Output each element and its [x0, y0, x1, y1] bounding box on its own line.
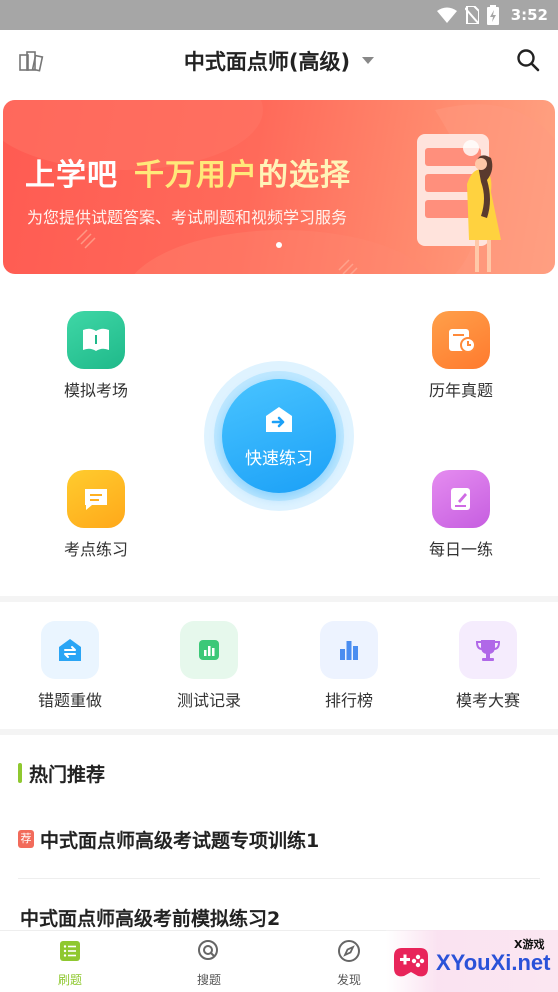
banner-brand: 上学吧 — [25, 158, 118, 193]
banner-subtitle: 为您提供试题答案、考试刷题和视频学习服务 — [27, 208, 348, 227]
open-book-icon — [83, 328, 109, 351]
banner-pager-dot[interactable] — [276, 242, 282, 248]
app-header: 中式面点师(高级) — [0, 30, 558, 90]
bar-report-icon — [199, 640, 219, 660]
ranking-label[interactable]: 排行榜 — [289, 687, 409, 711]
nav-label: 搜题 — [196, 973, 221, 987]
list-item[interactable]: 中式面点师高级考前模拟练习2 — [20, 904, 280, 931]
quick-practice-button[interactable] — [222, 379, 336, 493]
banner-illustration — [417, 104, 555, 274]
section-divider — [0, 596, 558, 602]
daily-practice-label[interactable]: 每日一练 — [391, 536, 531, 560]
practice-list-icon — [60, 941, 80, 961]
mock-exam-label[interactable]: 模拟考场 — [26, 377, 166, 401]
redo-house-icon — [59, 639, 81, 661]
section-divider — [0, 729, 558, 735]
nav-label: 刷题 — [57, 973, 82, 987]
calendar-clock-icon — [449, 329, 476, 353]
past-papers-label[interactable]: 历年真题 — [391, 377, 531, 401]
nav-label: 发现 — [336, 973, 361, 987]
arrow-house-icon — [266, 407, 292, 432]
daily-practice-button[interactable] — [432, 470, 490, 528]
quick-practice-label[interactable]: 快速练习 — [222, 444, 336, 469]
search-question-icon — [198, 940, 218, 960]
nav-item-search[interactable]: 搜题 — [169, 931, 249, 992]
trophy-icon — [475, 640, 501, 661]
section-accent-bar — [18, 763, 22, 783]
key-points-label[interactable]: 考点练习 — [26, 536, 166, 560]
past-papers-button[interactable] — [432, 311, 490, 369]
banner-title: 上学吧 千万用户的选择 — [25, 150, 351, 194]
banner-slogan-highlight: 千万用户 — [134, 158, 258, 193]
no-sim-icon — [464, 6, 479, 24]
status-bar: 3:52 — [0, 0, 558, 30]
chat-bubble-icon — [85, 489, 107, 510]
compass-icon — [338, 940, 360, 962]
status-icons: 3:52 — [436, 4, 548, 26]
nav-item-practice[interactable]: 刷题 — [30, 931, 110, 992]
banner-slogan-rest: 的选择 — [258, 158, 351, 193]
hot-section-title: 热门推荐 — [29, 764, 106, 786]
gamepad-logo-icon — [394, 948, 428, 977]
watermark-text: XYouXi.net — [436, 950, 551, 975]
battery-icon — [486, 5, 499, 25]
notebook-pen-icon — [451, 488, 470, 510]
mock-contest-label[interactable]: 模考大赛 — [428, 687, 548, 711]
status-time: 3:52 — [510, 6, 548, 24]
page-title-text: 中式面点师(高级) — [183, 50, 351, 74]
wrong-redo-button[interactable] — [41, 621, 99, 679]
mock-exam-button[interactable] — [67, 311, 125, 369]
key-points-button[interactable] — [67, 470, 125, 528]
test-records-label[interactable]: 测试记录 — [149, 687, 269, 711]
ranking-bars-icon — [340, 641, 358, 660]
list-divider — [18, 878, 540, 879]
mock-contest-button[interactable] — [459, 621, 517, 679]
list-item[interactable]: 中式面点师高级考试题专项训练1 — [40, 826, 319, 853]
page-title[interactable]: 中式面点师(高级) — [0, 46, 558, 76]
recommend-badge: 荐 — [18, 830, 34, 848]
nav-item-discover[interactable]: 发现 — [309, 931, 389, 992]
dropdown-caret-icon — [362, 56, 375, 64]
wrong-redo-label[interactable]: 错题重做 — [10, 687, 130, 711]
test-records-button[interactable] — [180, 621, 238, 679]
wifi-icon — [436, 7, 457, 23]
promo-banner[interactable]: 上学吧 千万用户的选择 为您提供试题答案、考试刷题和视频学习服务 — [3, 100, 555, 274]
search-icon[interactable] — [516, 48, 540, 72]
ranking-button[interactable] — [320, 621, 378, 679]
